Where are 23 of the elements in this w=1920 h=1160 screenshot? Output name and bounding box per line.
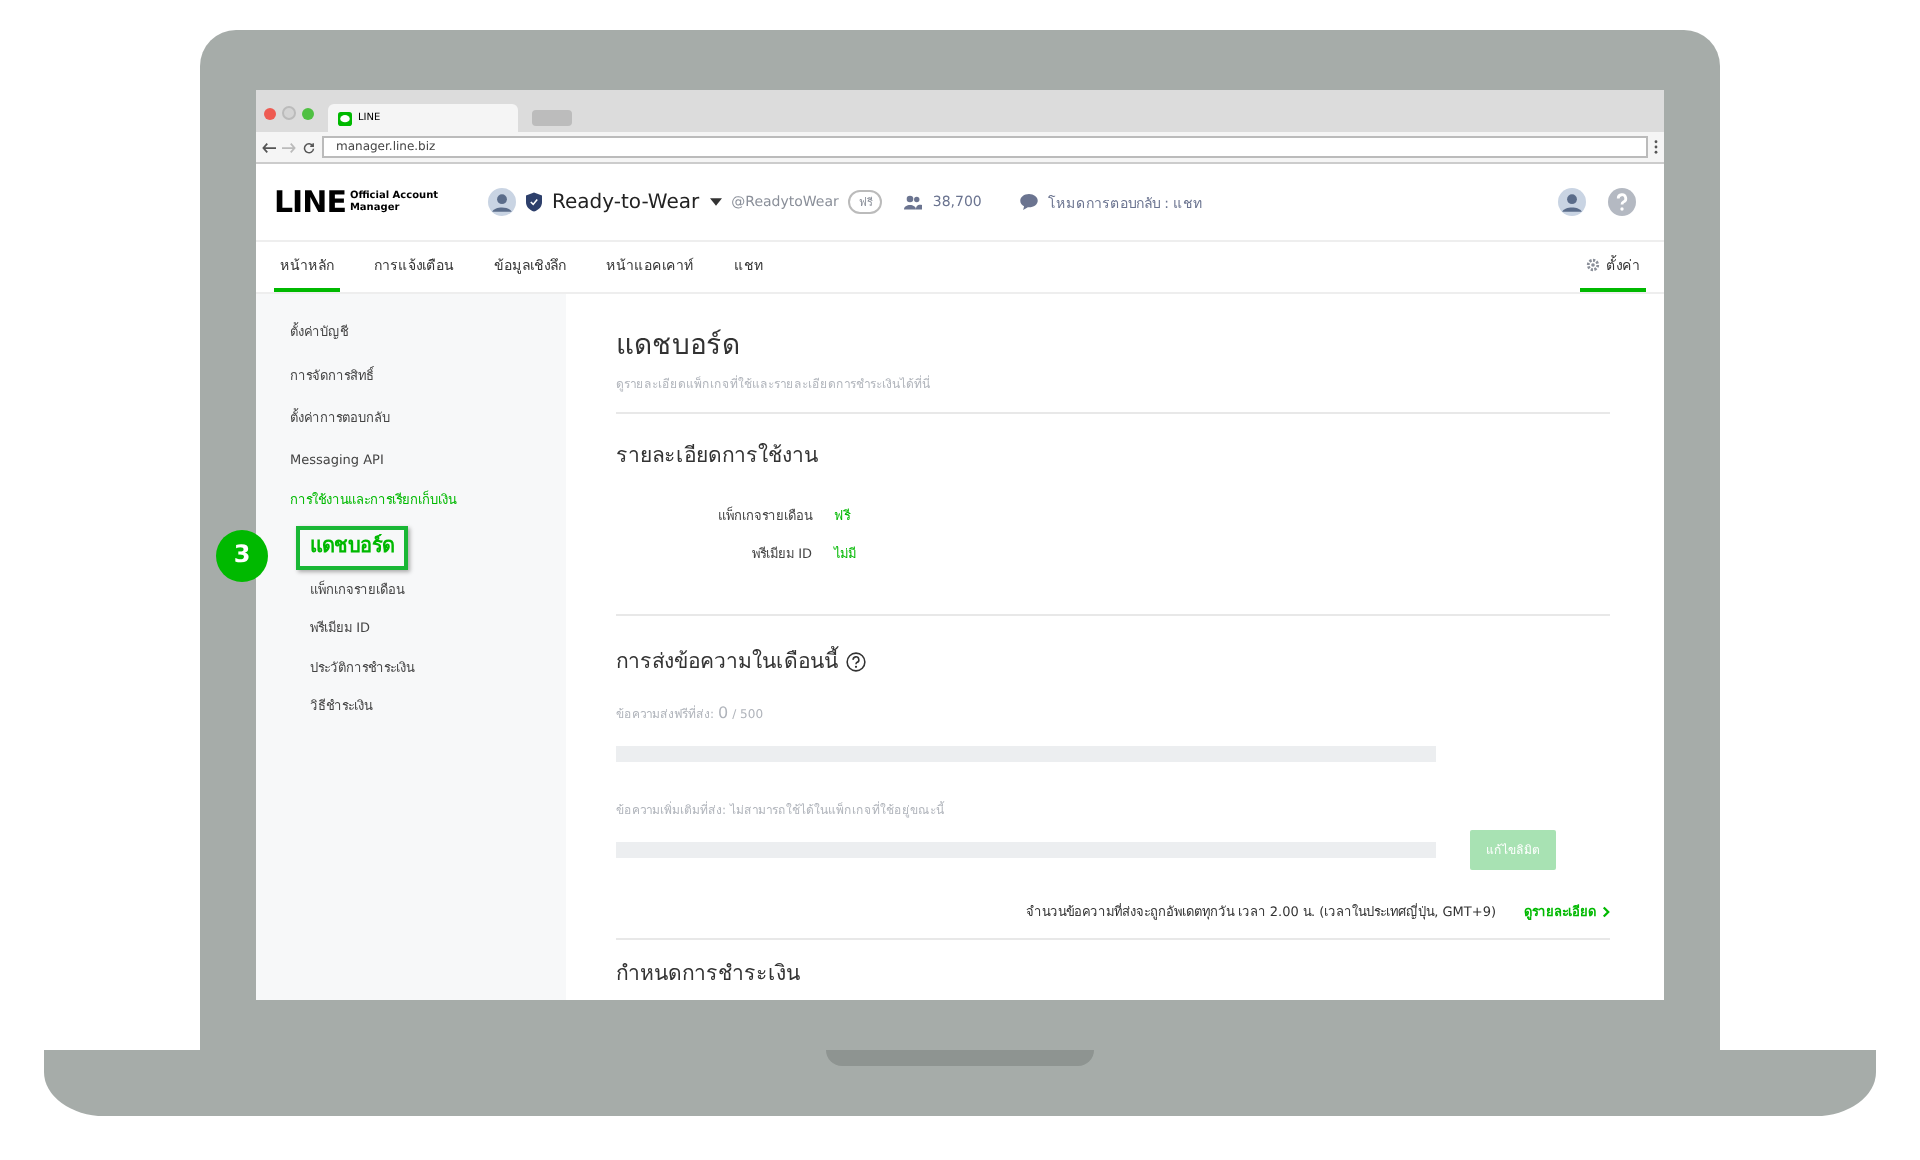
shield-icon	[526, 192, 543, 212]
caret-icon[interactable]	[709, 198, 722, 206]
section-heading: รายละเอียดการใช้งาน	[616, 441, 820, 472]
forward-icon[interactable]	[282, 141, 296, 153]
section-heading: การส่งข้อความในเดือนนี้	[616, 644, 838, 678]
avatar[interactable]	[1558, 188, 1586, 216]
step-badge: 3	[216, 529, 268, 581]
account-name[interactable]: Ready-to-Wear	[552, 191, 700, 213]
chevron-right-icon[interactable]	[1602, 906, 1610, 918]
settings-icon	[1586, 258, 1600, 272]
close-dot[interactable]	[264, 107, 276, 119]
maximize-dot[interactable]	[302, 107, 314, 119]
page-title: แดชบอร์ด	[616, 327, 742, 366]
people-icon	[904, 194, 923, 210]
avatar	[488, 188, 517, 216]
free-messages-count: 0	[718, 704, 729, 722]
reload-icon[interactable]	[302, 141, 316, 153]
chat-bubble-icon	[1019, 194, 1038, 210]
minimize-dot[interactable]	[282, 106, 296, 120]
chat-bubble-icon	[338, 111, 352, 125]
back-icon[interactable]	[262, 141, 276, 153]
section-heading: กำหนดการชำระเงิน	[616, 960, 802, 990]
help-icon[interactable]	[846, 651, 866, 671]
